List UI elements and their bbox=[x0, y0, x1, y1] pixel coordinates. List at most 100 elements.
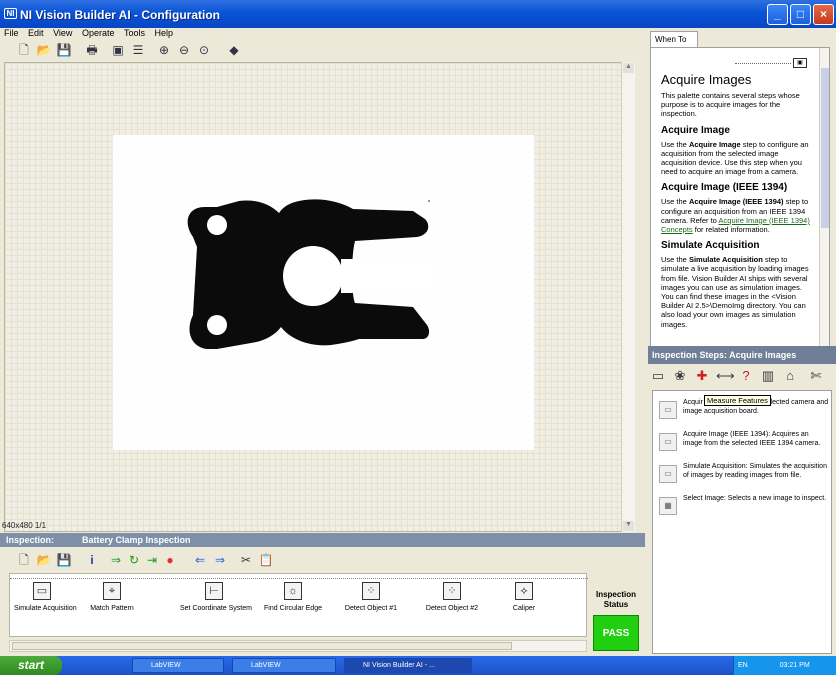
help-text: Use the bbox=[661, 255, 689, 265]
run-1-icon[interactable]: ⇒ bbox=[108, 552, 124, 568]
open-icon[interactable]: 📂 bbox=[36, 552, 52, 568]
help-intro: This palette contains several steps whos… bbox=[661, 91, 800, 119]
inspection-image[interactable] bbox=[113, 135, 534, 450]
maximize-button[interactable]: □ bbox=[790, 4, 811, 25]
step-label: Set Coordinate System bbox=[180, 605, 252, 612]
step-label: Detect Object #2 bbox=[425, 605, 479, 612]
tab-when-to[interactable]: When To bbox=[650, 31, 698, 47]
task-vision-builder[interactable]: NI Vision Builder AI - ... bbox=[344, 658, 472, 673]
step-find-circular-edge[interactable]: ☼ Find Circular Edge bbox=[262, 582, 324, 612]
close-button[interactable]: × bbox=[813, 4, 834, 25]
taskbar: start LabVIEW LabVIEW NI Vision Builder … bbox=[0, 656, 836, 675]
help-bold: Acquire Image (IEEE 1394) bbox=[688, 197, 784, 207]
step-detect-object-2[interactable]: ⁘ Detect Object #2 bbox=[423, 582, 481, 612]
help-heading: Simulate Acquisition bbox=[661, 240, 760, 252]
battery-clamp-image bbox=[187, 199, 433, 349]
new-icon[interactable]: 🗋 bbox=[16, 552, 32, 568]
help-bold: Simulate Acquisition bbox=[688, 255, 763, 265]
step-label: Simulate Acquisition bbox=[14, 605, 77, 612]
match-pattern-icon: ⌖ bbox=[103, 582, 121, 600]
help-scrollbar[interactable] bbox=[819, 48, 829, 349]
application-window: NI NI Vision Builder AI - Configuration … bbox=[0, 0, 836, 656]
zoom-in-icon[interactable]: ⊕ bbox=[156, 42, 172, 58]
measure-features-icon[interactable]: ⟷ bbox=[716, 367, 735, 385]
inspection-status-label: Inspection Status bbox=[595, 590, 636, 609]
steps-palette-header: Inspection Steps: Acquire Images bbox=[648, 346, 836, 364]
image-resolution: 640x480 1/1 bbox=[2, 521, 47, 530]
steps-horizontal-scrollbar[interactable] bbox=[9, 640, 587, 652]
forward-icon[interactable]: ⇒ bbox=[212, 552, 228, 568]
help-divider bbox=[735, 63, 791, 64]
inspection-name: Battery Clamp Inspection bbox=[82, 535, 191, 545]
help-text: for related information. bbox=[692, 225, 770, 235]
menu-file[interactable]: File bbox=[4, 28, 19, 38]
menu-tools[interactable]: Tools bbox=[124, 28, 145, 38]
list-item-text: Acquire Image (IEEE 1394): Acquires an i… bbox=[683, 431, 821, 447]
language-indicator[interactable]: EN bbox=[738, 662, 748, 669]
zoom-out-icon[interactable]: ⊖ bbox=[176, 42, 192, 58]
communicate-icon[interactable]: ✄ bbox=[808, 367, 824, 385]
acquire-images-icon[interactable]: ▭ bbox=[650, 367, 666, 385]
menu-operate[interactable]: Operate bbox=[82, 28, 115, 38]
steps-rail bbox=[10, 578, 588, 579]
inspection-label: Inspection: bbox=[6, 535, 55, 545]
camera-icon: ▣ bbox=[793, 58, 807, 68]
step-detect-object-1[interactable]: ⁘ Detect Object #1 bbox=[342, 582, 400, 612]
cut-icon[interactable]: ✂ bbox=[238, 552, 254, 568]
acquire-icon[interactable]: ▣ bbox=[110, 42, 126, 58]
identify-parts-icon[interactable]: ▥ bbox=[760, 367, 776, 385]
help-text: Use the bbox=[661, 197, 689, 207]
help-panel[interactable]: ▣ Acquire Images This palette contains s… bbox=[650, 47, 830, 351]
enhance-images-icon[interactable]: ❀ bbox=[672, 367, 688, 385]
info-icon[interactable]: i bbox=[84, 552, 100, 568]
step-simulate-acquisition[interactable]: ▭ Simulate Acquisition bbox=[14, 582, 77, 612]
stop-icon[interactable]: ● bbox=[162, 552, 178, 568]
run-loop-icon[interactable]: ↻ bbox=[126, 552, 142, 568]
step-label: Caliper bbox=[512, 605, 536, 612]
list-item-text-start: Acquir bbox=[683, 399, 703, 406]
step-match-pattern[interactable]: ⌖ Match Pattern bbox=[86, 582, 138, 612]
help-bold: Acquire Image bbox=[688, 139, 741, 149]
properties-icon[interactable]: ☰ bbox=[130, 42, 146, 58]
inspection-steps-strip: ▭ Simulate Acquisition ⌖ Match Pattern ⊢… bbox=[9, 573, 588, 637]
scroll-thumb[interactable] bbox=[12, 642, 512, 650]
locate-features-icon[interactable]: ✚ bbox=[694, 367, 710, 385]
step-caliper[interactable]: ⟡ Caliper bbox=[506, 582, 542, 612]
save-icon[interactable]: 💾 bbox=[56, 42, 72, 58]
select-image-icon: ▦ bbox=[659, 497, 677, 515]
back-icon[interactable]: ⇐ bbox=[192, 552, 208, 568]
new-icon[interactable]: 🗋 bbox=[16, 42, 32, 58]
inspection-status-indicator: PASS bbox=[593, 615, 639, 651]
paste-icon[interactable]: 📋 bbox=[258, 552, 274, 568]
help-heading: Acquire Image (IEEE 1394) bbox=[661, 182, 788, 194]
circular-edge-icon: ☼ bbox=[284, 582, 302, 600]
menu-bar: File Edit View Operate Tools Help bbox=[0, 28, 645, 40]
image-vertical-scrollbar[interactable]: ▲ ▼ bbox=[621, 62, 635, 532]
task-labview-1[interactable]: LabVIEW bbox=[132, 658, 224, 673]
scroll-thumb[interactable] bbox=[821, 68, 829, 228]
camera-icon: ▭ bbox=[659, 401, 677, 419]
menu-edit[interactable]: Edit bbox=[28, 28, 44, 38]
step-label: Match Pattern bbox=[90, 605, 134, 612]
zoom-fit-icon[interactable]: ⊙ bbox=[196, 42, 212, 58]
check-for-presence-icon[interactable]: ? bbox=[738, 367, 754, 385]
inspection-header: Inspection: Battery Clamp Inspection bbox=[0, 533, 645, 547]
scroll-up-icon[interactable]: ▲ bbox=[623, 63, 634, 73]
menu-help[interactable]: Help bbox=[155, 28, 174, 38]
minimize-button[interactable]: _ bbox=[767, 4, 788, 25]
save-icon[interactable]: 💾 bbox=[56, 552, 72, 568]
run-to-icon[interactable]: ⇥ bbox=[144, 552, 160, 568]
start-button[interactable]: start bbox=[0, 656, 62, 675]
tag-icon[interactable]: ◆ bbox=[226, 42, 242, 58]
scroll-down-icon[interactable]: ▼ bbox=[623, 521, 634, 531]
help-paragraph: Use the Acquire Image (IEEE 1394) step t… bbox=[661, 197, 815, 234]
menu-view[interactable]: View bbox=[53, 28, 72, 38]
task-labview-2[interactable]: LabVIEW bbox=[232, 658, 336, 673]
coordinate-system-icon: ⊢ bbox=[205, 582, 223, 600]
use-additional-tools-icon[interactable]: ⌂ bbox=[782, 367, 798, 385]
title-bar[interactable]: NI NI Vision Builder AI - Configuration … bbox=[0, 0, 836, 28]
open-icon[interactable]: 📂 bbox=[36, 42, 52, 58]
print-icon[interactable]: 🖶 bbox=[84, 42, 100, 58]
step-set-coordinate-system[interactable]: ⊢ Set Coordinate System bbox=[180, 582, 252, 612]
inspection-toolbar: 🗋 📂 💾 i ⇒ ↻ ⇥ ● ⇐ ⇒ ✂ 📋 bbox=[0, 548, 645, 572]
